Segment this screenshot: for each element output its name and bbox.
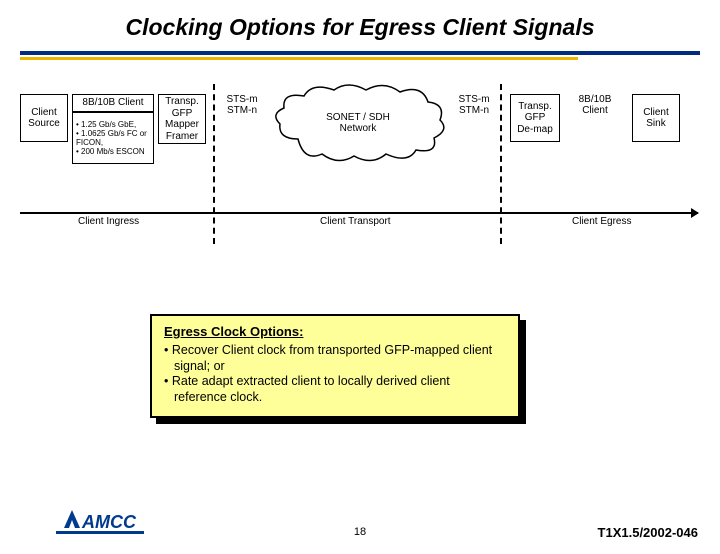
sts-left-label: STS-m STM-n xyxy=(220,94,264,116)
client-sink-box: Client Sink xyxy=(632,94,680,142)
gfp-mapper-box: Transp. GFP Mapper Framer xyxy=(158,94,206,144)
options-item: • Recover Client clock from transported … xyxy=(164,343,506,374)
doc-id: T1X1.5/2002-046 xyxy=(598,525,698,540)
options-item: • Rate adapt extracted client to locally… xyxy=(164,374,506,405)
gfp-demap-box: Transp. GFP De-map xyxy=(510,94,560,142)
client-8b10b-box: 8B/10B Client xyxy=(72,94,154,112)
flow-arrow xyxy=(20,212,698,214)
divider-1 xyxy=(213,84,215,244)
network-cloud-label: SONET / SDH Network xyxy=(308,112,408,134)
page-title: Clocking Options for Egress Client Signa… xyxy=(0,14,720,41)
options-panel: Egress Clock Options: • Recover Client c… xyxy=(150,314,520,418)
stage-transport-label: Client Transport xyxy=(320,216,391,227)
signal-diagram: Client Source 8B/10B Client • 1.25 Gb/s … xyxy=(20,84,700,254)
title-rule xyxy=(20,51,700,60)
stage-ingress-label: Client Ingress xyxy=(78,216,139,227)
client-source-box: Client Source xyxy=(20,94,68,142)
sts-right-label: STS-m STM-n xyxy=(452,94,496,116)
options-header: Egress Clock Options: xyxy=(164,324,506,339)
options-list: • Recover Client clock from transported … xyxy=(164,343,506,406)
divider-2 xyxy=(500,84,502,244)
client-rates-box: • 1.25 Gb/s GbE, • 1.0625 Gb/s FC or FIC… xyxy=(72,112,154,164)
client-8b10b-out-label: 8B/10B Client xyxy=(572,94,618,116)
stage-egress-label: Client Egress xyxy=(572,216,631,227)
